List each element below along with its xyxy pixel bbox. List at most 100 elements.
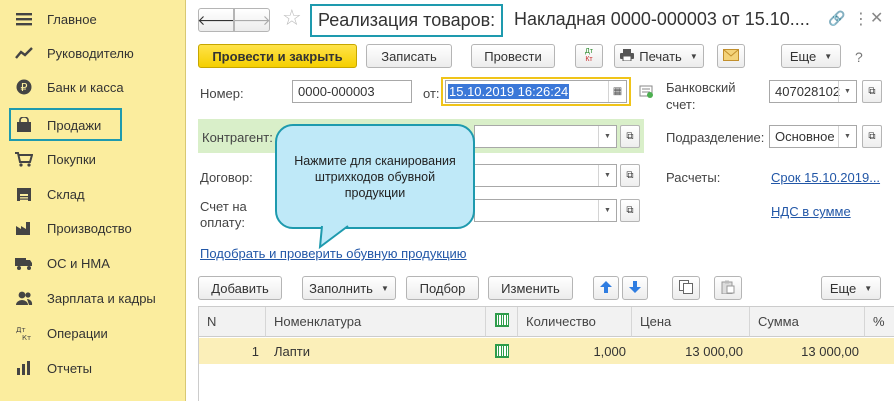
- move-up-button[interactable]: [593, 276, 619, 300]
- menu-icon: [15, 10, 33, 28]
- column-header-qty[interactable]: Количество: [518, 307, 632, 337]
- debit-credit-button[interactable]: Дт Кт: [575, 44, 603, 68]
- back-button[interactable]: 🡐: [197, 8, 235, 32]
- table-more-button[interactable]: Еще ▼: [821, 276, 881, 300]
- move-down-button[interactable]: [622, 276, 648, 300]
- goods-table: N Номенклатура Количество Цена Сумма % 1…: [198, 306, 894, 401]
- invoice-field[interactable]: ▼: [474, 199, 617, 222]
- sidebar-item-sales[interactable]: Продажи: [0, 108, 185, 142]
- sidebar-item-label: ОС и НМА: [47, 255, 110, 271]
- date-field[interactable]: 15.10.2019 16:26:24 ▦: [445, 80, 627, 103]
- sidebar-item-assets[interactable]: ОС и НМА: [0, 246, 185, 280]
- department-value: Основное: [775, 129, 835, 144]
- sidebar-item-operations[interactable]: Дт Кт Операции: [0, 316, 185, 350]
- favorite-star-icon[interactable]: ☆: [282, 6, 302, 31]
- chevron-down-icon[interactable]: ▼: [838, 81, 856, 102]
- column-header-n[interactable]: N: [199, 307, 266, 337]
- invoice-label: Счет на оплату:: [200, 199, 247, 231]
- open-bank-button[interactable]: ⧉: [862, 80, 882, 103]
- sidebar-item-salary[interactable]: Зарплата и кадры: [0, 281, 185, 315]
- open-department-button[interactable]: ⧉: [862, 125, 882, 148]
- more-vert-icon[interactable]: ⋮: [853, 9, 869, 28]
- bank-account-field[interactable]: 407028102 ▼: [769, 80, 857, 103]
- arrow-down-icon: [629, 280, 641, 296]
- more-label: Еще: [789, 48, 817, 64]
- number-label: Номер:: [200, 86, 244, 101]
- factory-icon: [15, 219, 33, 237]
- vat-link[interactable]: НДС в сумме: [771, 204, 851, 219]
- sidebar-item-label: Главное: [47, 11, 97, 27]
- chevron-down-icon[interactable]: ▼: [598, 200, 616, 221]
- cell-qty: 1,000: [593, 343, 626, 359]
- settlements-link[interactable]: Срок 15.10.2019...: [771, 170, 880, 185]
- chevron-down-icon[interactable]: ▼: [838, 126, 856, 147]
- forward-button[interactable]: 🡒: [233, 8, 271, 32]
- sidebar-item-bank[interactable]: ₽ Банк и касса: [0, 70, 185, 104]
- calendar-icon[interactable]: ▦: [608, 81, 626, 102]
- chevron-down-icon[interactable]: ▼: [598, 165, 616, 186]
- chevron-down-icon[interactable]: ▼: [598, 126, 616, 147]
- help-icon[interactable]: ?: [855, 49, 863, 65]
- print-button[interactable]: Печать ▼: [614, 44, 704, 68]
- column-header-percent[interactable]: %: [865, 307, 894, 337]
- sidebar-item-reports[interactable]: Отчеты: [0, 351, 185, 385]
- sidebar-item-label: Банк и касса: [47, 79, 124, 95]
- coin-icon: ₽: [15, 78, 33, 96]
- sidebar-item-label: Покупки: [47, 151, 96, 167]
- debit-credit-icon: Дт Кт: [585, 48, 593, 64]
- column-header-barcode[interactable]: [486, 307, 518, 337]
- department-field[interactable]: Основное ▼: [769, 125, 857, 148]
- change-button[interactable]: Изменить: [488, 276, 573, 300]
- open-window-icon: ⧉: [868, 86, 876, 97]
- cell-n: 1: [251, 343, 259, 359]
- column-header-sum[interactable]: Сумма: [750, 307, 865, 337]
- bank-label-line1: Банковский: [666, 80, 736, 95]
- open-contractor-button[interactable]: ⧉: [620, 125, 640, 148]
- page-title: Реализация товаров:: [318, 10, 496, 30]
- contractor-field[interactable]: ▼: [474, 125, 617, 148]
- barcode-icon: [494, 313, 509, 330]
- open-window-icon: ⧉: [868, 131, 876, 142]
- sidebar-item-warehouse[interactable]: Склад: [0, 177, 185, 211]
- settlements-label: Расчеты:: [666, 170, 721, 185]
- warehouse-icon: [15, 185, 33, 203]
- column-header-price[interactable]: Цена: [632, 307, 750, 337]
- add-button[interactable]: Добавить: [198, 276, 282, 300]
- bank-value: 407028102: [775, 84, 841, 99]
- chevron-down-icon: ▼: [864, 283, 873, 293]
- paste-button[interactable]: [714, 276, 742, 300]
- post-button[interactable]: Провести: [471, 44, 555, 68]
- table-row[interactable]: 1 Лапти 1,000 13 000,00 13 000,00: [199, 338, 894, 364]
- post-and-close-button[interactable]: Провести и закрыть: [198, 44, 357, 68]
- sidebar-item-main[interactable]: Главное: [0, 2, 185, 36]
- open-contract-button[interactable]: ⧉: [620, 164, 640, 187]
- printer-icon: [620, 48, 635, 64]
- more-label: Еще: [829, 280, 857, 296]
- close-icon[interactable]: ✕: [870, 8, 883, 27]
- contract-field[interactable]: ▼: [474, 164, 617, 187]
- column-header-item[interactable]: Номенклатура: [266, 307, 486, 337]
- link-icon[interactable]: 🔗: [828, 10, 845, 27]
- more-button[interactable]: Еще ▼: [781, 44, 841, 68]
- fill-label: Заполнить: [309, 280, 373, 296]
- number-field[interactable]: 0000-000003: [292, 80, 412, 103]
- open-window-icon: ⧉: [626, 205, 634, 216]
- pick-button[interactable]: Подбор: [406, 276, 479, 300]
- svg-text:₽: ₽: [21, 81, 28, 94]
- chevron-down-icon: ▼: [824, 51, 833, 61]
- truck-icon: [15, 254, 33, 272]
- open-invoice-button[interactable]: ⧉: [620, 199, 640, 222]
- sidebar-item-production[interactable]: Производство: [0, 211, 185, 245]
- sidebar-item-purchases[interactable]: Покупки: [0, 142, 185, 176]
- cell-price: 13 000,00: [685, 343, 743, 359]
- sidebar-item-label: Руководителю: [47, 45, 134, 61]
- department-label: Подразделение:: [666, 130, 765, 145]
- fill-button[interactable]: Заполнить ▼: [302, 276, 396, 300]
- date-value: 15.10.2019 16:26:24: [448, 84, 570, 99]
- save-button[interactable]: Записать: [366, 44, 452, 68]
- sidebar-item-manager[interactable]: Руководителю: [0, 36, 185, 70]
- copy-button[interactable]: [672, 276, 700, 300]
- arrow-up-icon: [600, 280, 612, 296]
- sidebar-item-label: Производство: [47, 220, 132, 236]
- email-button[interactable]: [717, 44, 745, 68]
